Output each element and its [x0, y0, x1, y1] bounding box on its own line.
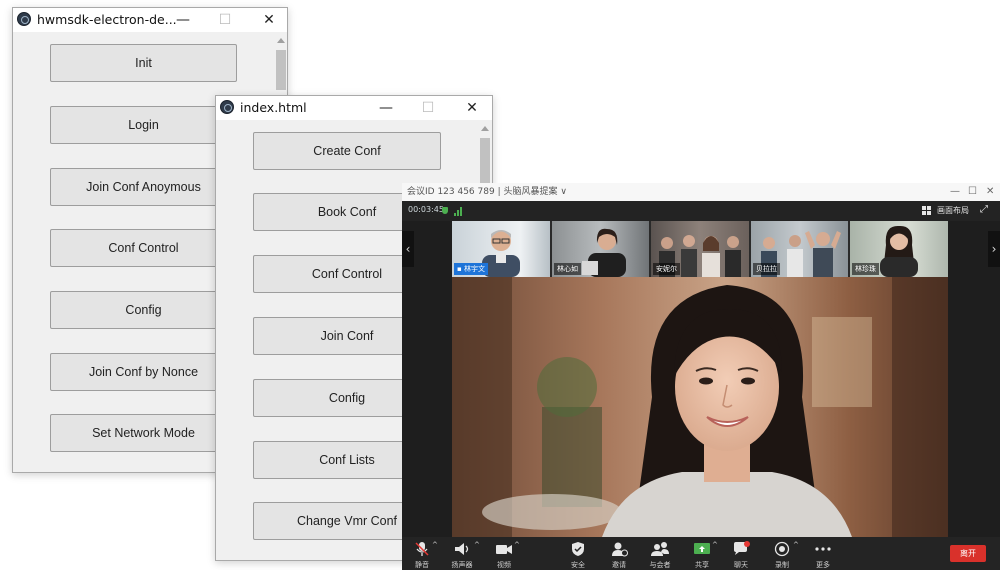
- participant-video: [880, 225, 918, 277]
- microphone-icon: [415, 542, 429, 556]
- shield-icon: [572, 542, 584, 556]
- add-user-icon: [612, 542, 628, 557]
- meeting-timer: 00:03:45: [408, 205, 444, 214]
- maximize-button[interactable]: ☐: [968, 183, 977, 201]
- chevron-up-icon[interactable]: ^: [514, 541, 520, 549]
- participant-thumbnail-strip: ▪ 林宇文 林心如 安妮尔 贝拉拉 林珍珠: [452, 221, 948, 277]
- network-signal-icon: [454, 206, 464, 216]
- create-conf-button[interactable]: Create Conf: [253, 132, 441, 170]
- participants-button[interactable]: 与会者: [642, 539, 678, 569]
- scroll-thumb[interactable]: [276, 50, 286, 90]
- login-button[interactable]: Login: [50, 106, 237, 144]
- conference-titlebar[interactable]: 会议ID 123 456 789 | 头脑风暴提案 ∨ — ☐ ✕: [402, 183, 1000, 201]
- chevron-up-icon[interactable]: ^: [474, 541, 480, 549]
- init-button[interactable]: Init: [50, 44, 237, 82]
- invite-button[interactable]: 邀请: [601, 539, 637, 569]
- participant-name: ▪ 林宇文: [454, 263, 488, 275]
- scroll-up-arrow-icon[interactable]: [277, 38, 285, 43]
- window-titlebar[interactable]: index.html — ☐ ✕: [216, 96, 492, 120]
- electron-app-icon: [17, 12, 31, 26]
- chevron-up-icon[interactable]: ^: [712, 541, 718, 549]
- join-conf-by-nonce-button[interactable]: Join Conf by Nonce: [50, 353, 237, 391]
- minimize-button[interactable]: —: [372, 98, 400, 118]
- record-icon: [774, 541, 790, 557]
- conference-status-bar: 00:03:45 画面布局 ⤢: [402, 201, 1000, 221]
- participant-name: 林心如: [554, 263, 581, 275]
- secure-shield-icon: [442, 207, 448, 214]
- maximize-button[interactable]: ☐: [211, 10, 239, 30]
- grid-layout-icon[interactable]: [922, 206, 932, 216]
- more-button[interactable]: 更多: [805, 539, 841, 569]
- participant-name: 林珍珠: [852, 263, 879, 275]
- participant-thumbnail[interactable]: 贝拉拉: [751, 221, 848, 277]
- participant-thumbnail[interactable]: ▪ 林宇文: [452, 221, 550, 277]
- conference-window: 会议ID 123 456 789 | 头脑风暴提案 ∨ — ☐ ✕ 00:03:…: [402, 183, 1000, 570]
- participants-icon: [651, 542, 669, 556]
- fullscreen-icon[interactable]: ⤢: [980, 204, 988, 215]
- meeting-id-topic[interactable]: 会议ID 123 456 789 | 头脑风暴提案 ∨: [407, 187, 567, 197]
- participant-name: 贝拉拉: [753, 263, 780, 275]
- participant-thumbnail[interactable]: 林珍珠: [850, 221, 948, 277]
- window-title: hwmsdk-electron-de...: [37, 12, 177, 27]
- close-button[interactable]: ✕: [458, 98, 486, 118]
- close-button[interactable]: ✕: [255, 10, 283, 30]
- maximize-button[interactable]: ☐: [414, 98, 442, 118]
- conf-control-button[interactable]: Conf Control: [50, 229, 237, 267]
- participant-thumbnail[interactable]: 林心如: [552, 221, 649, 277]
- participant-thumbnail[interactable]: 安妮尔: [651, 221, 749, 277]
- leave-meeting-button[interactable]: 离开: [950, 545, 986, 562]
- chevron-up-icon[interactable]: ^: [793, 541, 799, 549]
- more-dots-icon: [815, 547, 831, 551]
- set-network-mode-button[interactable]: Set Network Mode: [50, 414, 237, 452]
- meeting-toolbar: 静音 ^ 扬声器 ^ 视频 ^ 安全 邀请 与会者 共享 ^ 聊天 录制 ^ 更…: [402, 537, 1000, 570]
- electron-app-icon: [220, 100, 234, 114]
- speaker-video-frame: [452, 277, 948, 537]
- join-conf-anonymous-button[interactable]: Join Conf Anoymous: [50, 168, 237, 206]
- close-button[interactable]: ✕: [986, 183, 994, 201]
- user-icon: ▪: [457, 265, 464, 273]
- scroll-up-arrow-icon[interactable]: [481, 126, 489, 131]
- participant-name: 安妮尔: [653, 263, 680, 275]
- minimize-button[interactable]: —: [950, 183, 960, 201]
- minimize-button[interactable]: —: [169, 10, 197, 30]
- next-page-arrow-icon[interactable]: ›: [988, 231, 1000, 267]
- prev-page-arrow-icon[interactable]: ‹: [402, 231, 414, 267]
- speaker-icon: [455, 543, 469, 555]
- config-button[interactable]: Config: [50, 291, 237, 329]
- chevron-up-icon[interactable]: ^: [432, 541, 438, 549]
- window-title: index.html: [240, 100, 307, 115]
- video-camera-icon: [496, 545, 512, 554]
- layout-button[interactable]: 画面布局: [937, 205, 969, 216]
- main-speaker-video[interactable]: [452, 277, 948, 537]
- window-titlebar[interactable]: hwmsdk-electron-de... — ☐ ✕: [13, 8, 287, 32]
- screen-share-icon: [694, 543, 710, 554]
- participant-video: [582, 228, 626, 277]
- chat-button[interactable]: 聊天: [723, 539, 759, 569]
- chat-bubble-icon: [734, 541, 750, 555]
- security-button[interactable]: 安全: [560, 539, 596, 569]
